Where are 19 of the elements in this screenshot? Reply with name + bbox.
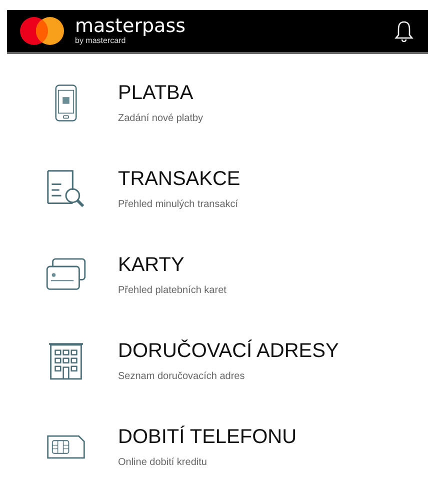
brand-tagline: by mastercard — [75, 37, 127, 45]
menu-item-title[interactable]: DOBITÍ TELEFONU — [118, 426, 297, 449]
menu-item-subtitle: Zadání nové platby — [118, 113, 204, 124]
sim-card-icon — [46, 434, 86, 460]
menu-item-title[interactable]: DORUČOVACÍ ADRESY — [118, 340, 339, 363]
menu-item-subtitle: Online dobití kreditu — [118, 457, 208, 468]
menu-item-title[interactable]: PLATBA — [118, 82, 204, 105]
brand-name: masterpass — [75, 17, 186, 36]
menu-item-title[interactable]: TRANSAKCE — [118, 168, 240, 191]
menu-item-subtitle: Přehled platebních karet — [118, 285, 226, 296]
menu-item-title[interactable]: KARTY — [118, 254, 226, 277]
smartphone-icon — [55, 84, 77, 122]
building-icon — [49, 341, 83, 381]
cards-icon — [45, 258, 87, 292]
menu-item-subtitle: Seznam doručovacích adres — [118, 371, 246, 382]
menu-item-subtitle: Přehled minulých transakcí — [118, 199, 240, 210]
document-magnifier-icon — [46, 169, 86, 209]
notification-bell-icon[interactable] — [394, 20, 414, 42]
logo-icon — [19, 16, 65, 46]
